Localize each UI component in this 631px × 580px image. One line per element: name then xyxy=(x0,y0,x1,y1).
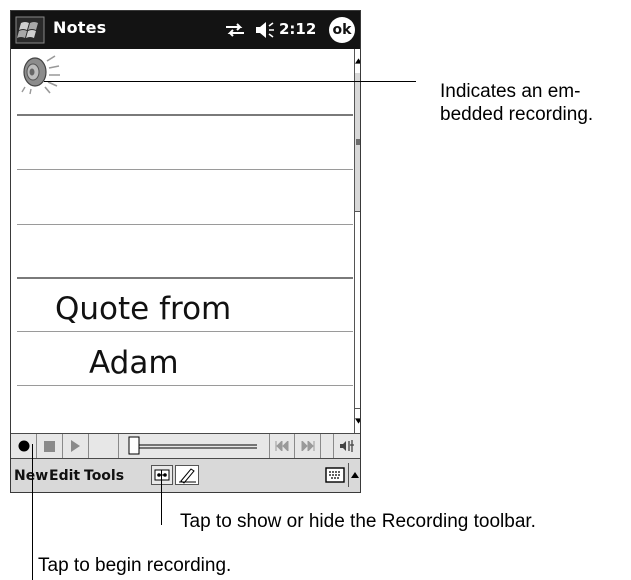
menu-edit[interactable]: Edit xyxy=(49,468,80,484)
playback-slider[interactable] xyxy=(127,435,261,457)
callout-leader-line xyxy=(32,444,33,580)
connectivity-icon[interactable] xyxy=(223,21,247,39)
ink-text-line[interactable]: Adam xyxy=(89,345,179,381)
ruled-line xyxy=(17,169,353,170)
vertical-scrollbar[interactable] xyxy=(354,49,360,433)
skip-back-button[interactable] xyxy=(269,434,295,458)
callout-embedded-recording-line2: bedded recording. xyxy=(440,104,594,125)
spacer xyxy=(89,434,119,458)
recording-toolbar-toggle-button[interactable] xyxy=(151,465,173,485)
record-button[interactable] xyxy=(11,434,37,458)
app-title: Notes xyxy=(53,18,107,37)
menu-bar: New Edit Tools xyxy=(11,459,360,492)
ruled-line xyxy=(17,331,353,332)
volume-icon[interactable] xyxy=(254,20,276,40)
play-button[interactable] xyxy=(63,434,89,458)
ink-text-line[interactable]: Quote from xyxy=(55,291,231,327)
input-panel-arrow-button[interactable] xyxy=(348,463,360,487)
skip-forward-button[interactable] xyxy=(295,434,321,458)
ruled-line xyxy=(17,114,353,116)
ok-button[interactable]: ok xyxy=(329,17,355,43)
note-content-area[interactable]: Quote from Adam xyxy=(11,49,354,433)
scroll-thumb[interactable] xyxy=(355,73,360,212)
recording-toolbar xyxy=(11,433,360,459)
callout-leader-line xyxy=(44,81,416,82)
title-bar: Notes 2:12 ok xyxy=(11,11,360,49)
scroll-up-button[interactable] xyxy=(355,49,360,74)
clock[interactable]: 2:12 xyxy=(279,20,316,38)
ruled-line xyxy=(17,224,353,225)
volume-button[interactable] xyxy=(333,434,360,458)
callout-leader-line xyxy=(161,470,162,525)
pocket-pc-screen: Notes 2:12 ok Quote from Adam Edit Tools xyxy=(10,10,361,493)
scroll-down-button[interactable] xyxy=(355,408,360,433)
callout-begin-recording: Tap to begin recording. xyxy=(38,555,232,576)
keyboard-icon[interactable] xyxy=(325,467,345,483)
menu-tools[interactable]: Tools xyxy=(84,468,124,484)
pen-button[interactable] xyxy=(175,465,199,485)
ruled-line xyxy=(17,277,353,279)
stop-button[interactable] xyxy=(37,434,63,458)
callout-recording-toolbar: Tap to show or hide the Recording toolba… xyxy=(180,511,536,532)
speaker-recording-icon[interactable] xyxy=(17,53,63,95)
ruled-line xyxy=(17,385,353,386)
callout-embedded-recording-line1: Indicates an em- xyxy=(440,81,581,102)
start-menu-icon[interactable] xyxy=(15,16,45,44)
